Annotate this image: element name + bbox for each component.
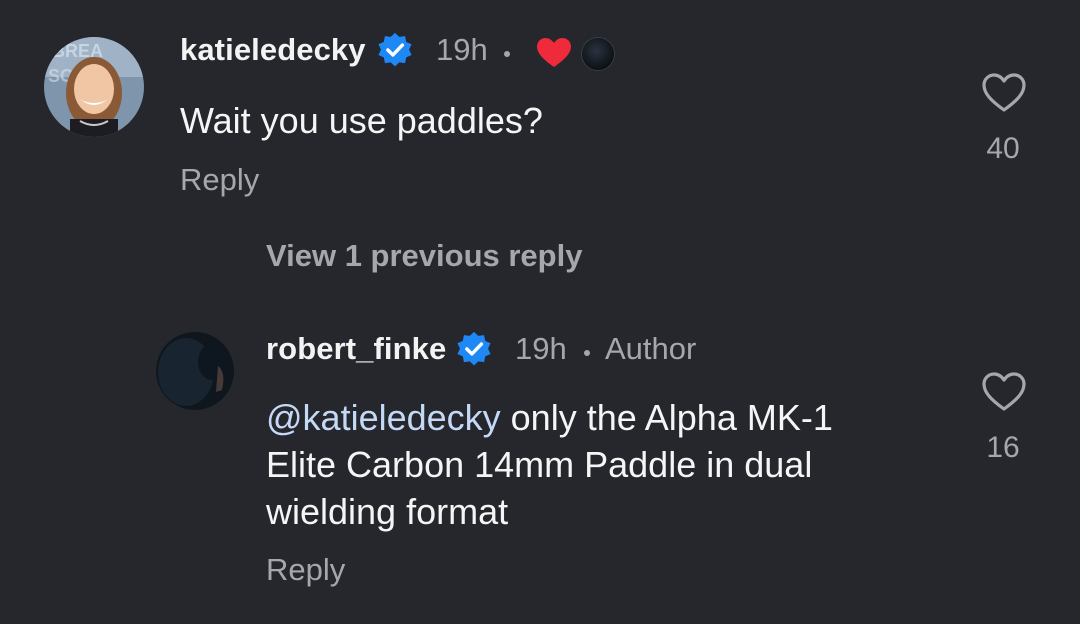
comments-thread: BREA SC katieledecky 19h Wait you use pa…: [0, 0, 1080, 624]
avatar[interactable]: [156, 332, 234, 410]
comment-body: @katieledecky only the Alpha MK-1 Elite …: [266, 394, 946, 535]
comment-line-2: Elite Carbon 14mm Paddle in dual: [266, 444, 813, 485]
separator-dot: [584, 350, 590, 356]
separator-dot: [504, 51, 510, 57]
username[interactable]: katieledecky: [180, 32, 366, 68]
reply-button[interactable]: Reply: [180, 162, 259, 198]
like-count: 40: [986, 132, 1020, 165]
avatar[interactable]: BREA SC: [44, 37, 144, 137]
heart-like-icon[interactable]: [981, 371, 1027, 413]
red-heart-icon: [537, 38, 571, 67]
verified-badge-icon: [457, 331, 491, 366]
timestamp: 19h: [436, 32, 488, 67]
mention-link[interactable]: @katieledecky: [266, 397, 501, 438]
comment-line-1: @katieledecky only the Alpha MK-1: [266, 394, 946, 441]
author-mini-avatar: [581, 37, 615, 71]
comment-body: Wait you use paddles?: [180, 100, 543, 141]
username[interactable]: robert_finke: [266, 331, 446, 367]
timestamp: 19h: [515, 331, 567, 366]
view-previous-replies-button[interactable]: View 1 previous reply: [266, 238, 582, 274]
reply-button[interactable]: Reply: [266, 552, 345, 588]
author-label: Author: [605, 331, 697, 366]
verified-badge-icon: [378, 32, 412, 67]
comment-robert-finke: robert_finke 19h Author @katieledecky on…: [0, 300, 1080, 620]
comment-line-3: wielding format: [266, 491, 509, 532]
comment-text: only the Alpha MK-1: [500, 397, 833, 438]
heart-like-icon[interactable]: [981, 72, 1027, 114]
comment-katieledecky: BREA SC katieledecky 19h Wait you use pa…: [0, 0, 1080, 220]
like-count: 16: [986, 431, 1020, 464]
